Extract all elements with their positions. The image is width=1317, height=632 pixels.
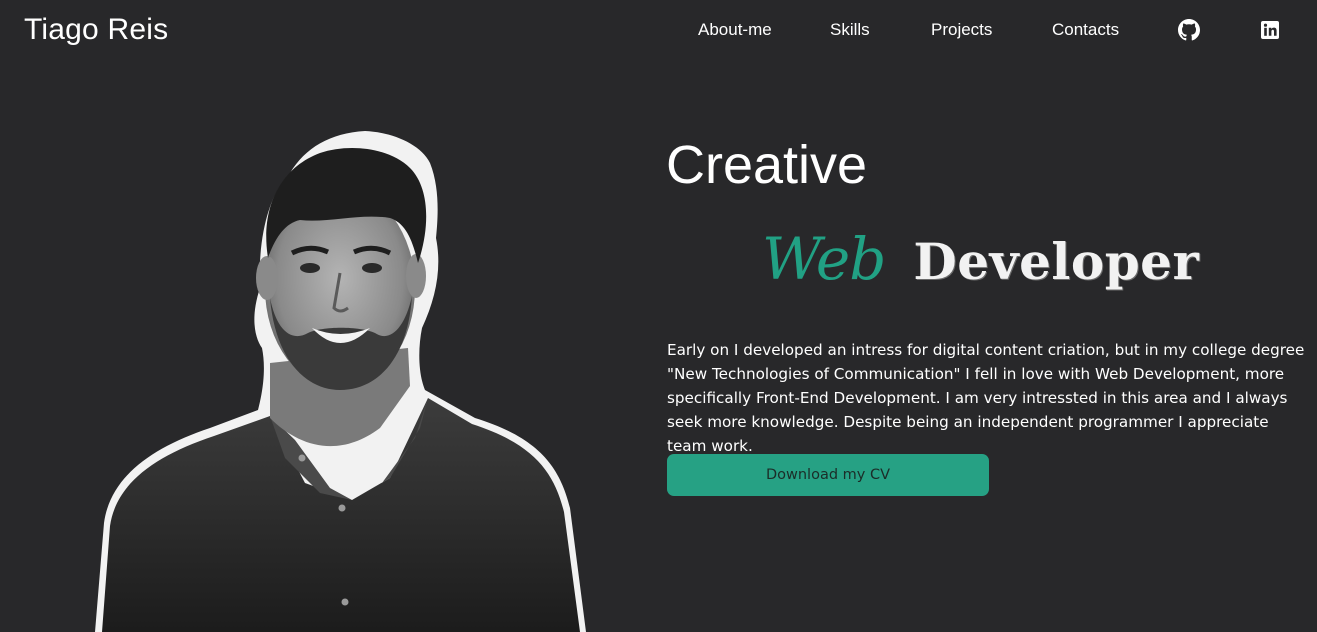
role-web-text: Web [762, 225, 886, 293]
nav-skills[interactable]: Skills [830, 20, 870, 40]
nav-about-me[interactable]: About-me [698, 20, 772, 40]
profile-portrait [95, 131, 586, 632]
linkedin-icon[interactable] [1259, 19, 1281, 41]
github-icon[interactable] [1178, 19, 1200, 41]
nav-contacts[interactable]: Contacts [1052, 20, 1119, 40]
site-name[interactable]: Tiago Reis [24, 13, 168, 47]
role-heading: Web Developer [762, 225, 1199, 295]
role-developer-text: Developer [913, 232, 1200, 291]
page: Tiago Reis About-me Skills Projects Cont… [0, 0, 1317, 632]
bio-paragraph: Early on I developed an intress for digi… [667, 341, 1305, 455]
hero-title: Creative [666, 135, 868, 195]
nav-projects[interactable]: Projects [931, 20, 992, 40]
download-cv-button[interactable]: Download my CV [667, 454, 989, 496]
